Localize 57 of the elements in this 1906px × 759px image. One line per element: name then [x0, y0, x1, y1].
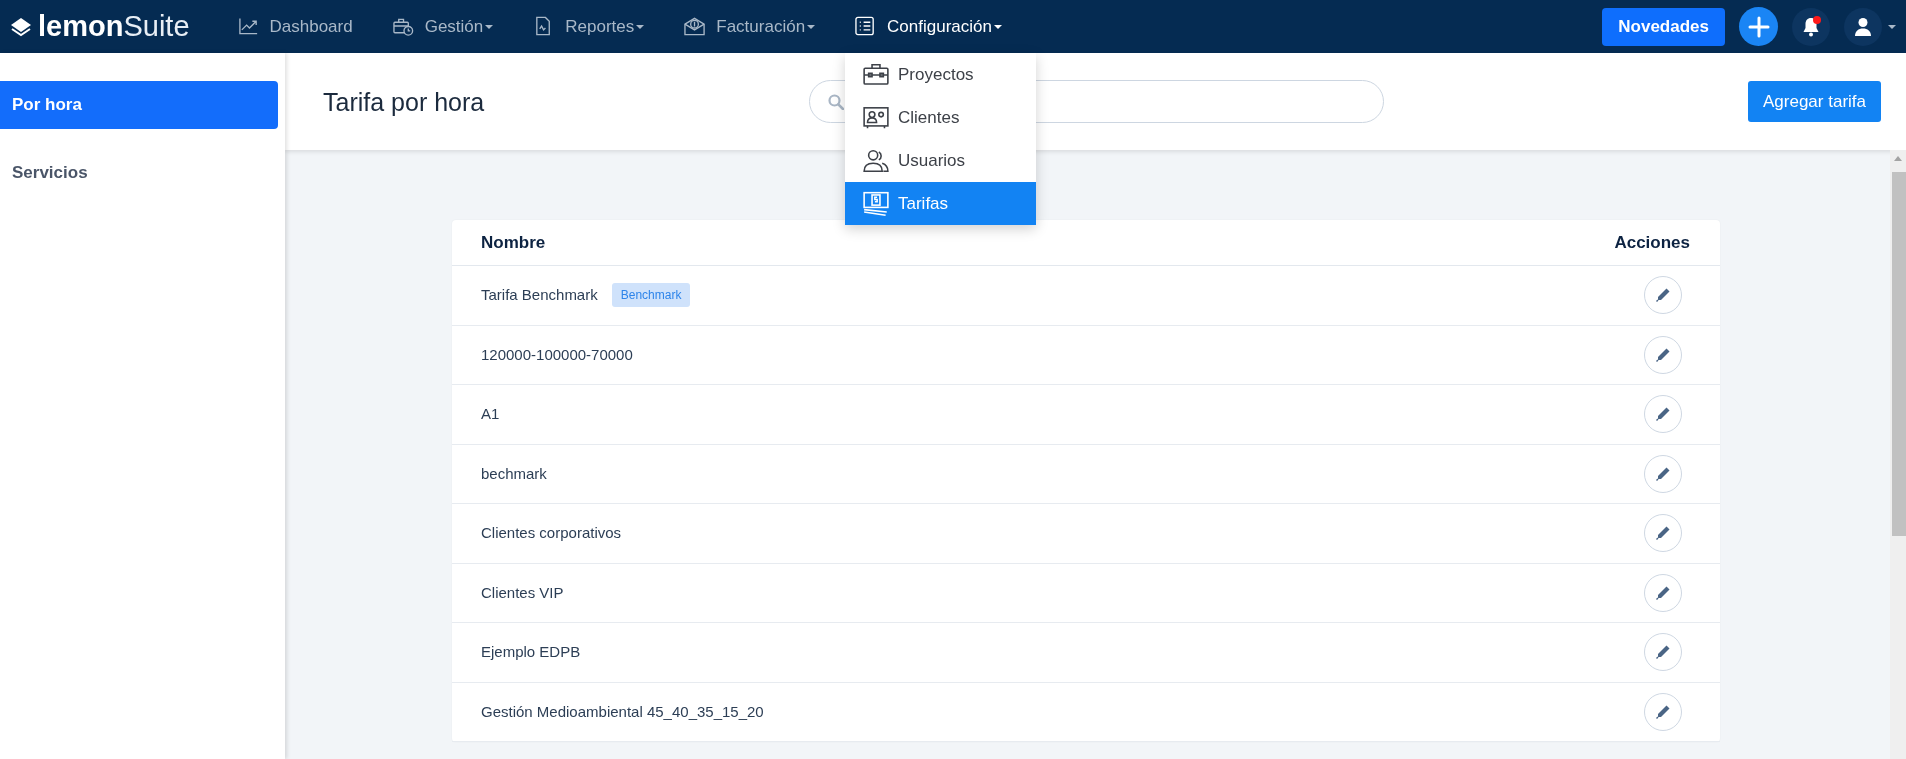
edit-button[interactable] [1644, 454, 1682, 493]
nav-menu-item[interactable]: Reportes [533, 7, 645, 46]
sidebar-item[interactable]: Por hora [0, 81, 278, 129]
tag-label: Benchmark [611, 283, 691, 308]
add-rate-button[interactable]: Agregar tarifa [1748, 81, 1881, 122]
dropdown-item[interactable]: Proyectos [845, 53, 1036, 96]
edit-button[interactable] [1644, 633, 1682, 672]
pencil-icon [1655, 584, 1671, 601]
edit-button[interactable] [1644, 692, 1682, 731]
rate-name: bechmark [481, 463, 547, 484]
plus-icon [1747, 15, 1770, 38]
column-header: Acciones [1614, 231, 1690, 254]
dropdown-item[interactable]: Tarifas [845, 182, 1036, 225]
column-header: Nombre [481, 231, 546, 254]
caret-icon [1888, 24, 1896, 29]
pencil-icon [1655, 406, 1671, 423]
edit-button[interactable] [1644, 395, 1682, 434]
nav-menu-item[interactable]: Dashboard [237, 7, 353, 46]
notifications-button[interactable] [1792, 7, 1830, 46]
contact-card-icon [863, 104, 889, 131]
envelope-dollar-icon [684, 15, 707, 38]
edit-button[interactable] [1644, 514, 1682, 553]
rate-name: Ejemplo EDPB [481, 642, 581, 662]
bell-icon [1802, 16, 1820, 37]
news-button[interactable]: Novedades [1602, 7, 1725, 46]
rate-name: Clientes corporativos [481, 523, 622, 543]
scrollbar[interactable] [1890, 150, 1906, 759]
dropdown-item[interactable]: Usuarios [845, 139, 1036, 182]
nav-menu-item[interactable]: Facturación [684, 7, 816, 46]
users-icon [863, 147, 889, 174]
pencil-icon [1655, 346, 1671, 363]
nav-menu-item[interactable]: Gestión [392, 7, 494, 46]
pencil-icon [1655, 525, 1671, 542]
nav-menu-item[interactable]: Configuración [855, 7, 1002, 46]
pencil-icon [1655, 465, 1671, 482]
page-title: Tarifa por hora [323, 86, 485, 117]
pencil-icon [1655, 703, 1671, 720]
banknotes-icon [863, 190, 889, 217]
rate-name: 120000-100000-70000 [481, 344, 633, 365]
rate-name: A1 [481, 404, 500, 424]
user-menu-button[interactable] [1844, 7, 1882, 46]
edit-button[interactable] [1644, 276, 1682, 315]
rate-name: Clientes VIP [481, 582, 564, 603]
pencil-icon [1655, 644, 1671, 661]
briefcase-icon [863, 61, 889, 88]
edit-button[interactable] [1644, 335, 1682, 374]
rate-name: Gestión Medioambiental 45_40_35_15_20 [481, 701, 764, 722]
edit-button[interactable] [1644, 573, 1682, 612]
rate-name: Tarifa Benchmark [481, 285, 598, 305]
add-button[interactable] [1739, 7, 1778, 46]
pencil-icon [1655, 287, 1671, 304]
user-icon [1854, 16, 1872, 37]
logo-icon [10, 16, 32, 37]
search-icon [828, 93, 845, 110]
logo[interactable]: lemonSuite [10, 12, 190, 41]
sidebar-item[interactable]: Servicios [0, 149, 278, 197]
dropdown-item[interactable]: Clientes [845, 96, 1036, 139]
